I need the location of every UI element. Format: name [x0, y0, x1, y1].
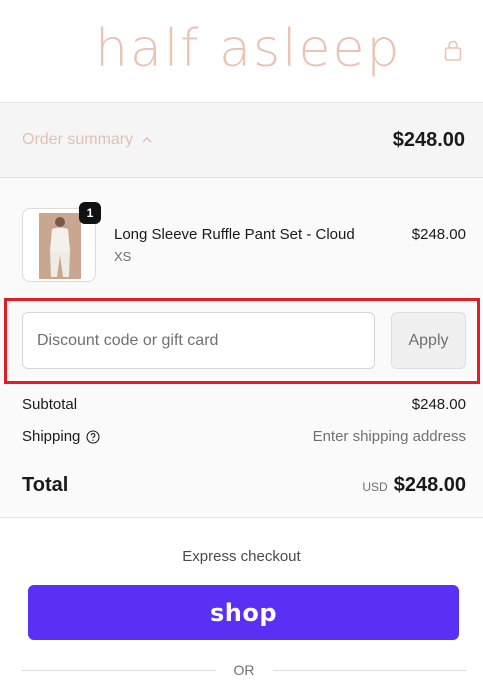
shipping-label: Shipping [22, 428, 81, 445]
shipping-row: Shipping Enter shipping address [22, 428, 466, 445]
express-checkout-label: Express checkout [182, 548, 301, 565]
shipping-label-group: Shipping [22, 428, 100, 445]
subtotal-row: Subtotal $248.00 [22, 396, 466, 413]
order-summary-bar[interactable]: Order summary $248.00 [0, 102, 483, 178]
total-row: Total USD $248.00 [22, 474, 466, 497]
shopping-bag-icon[interactable] [443, 40, 463, 62]
or-text: OR [233, 662, 255, 678]
subtotal-value: $248.00 [411, 396, 466, 413]
order-summary-toggle[interactable]: Order summary [22, 131, 153, 149]
total-value-group: USD $248.00 [362, 474, 466, 497]
question-circle-icon[interactable] [86, 429, 100, 444]
product-price: $248.00 [411, 226, 466, 243]
discount-code-input[interactable] [22, 312, 375, 369]
product-variant: XS [114, 249, 132, 264]
divider-line-right [272, 669, 466, 671]
divider-line-left [22, 669, 216, 671]
apply-discount-button[interactable]: Apply [391, 312, 466, 369]
store-logo[interactable]: half asleep [95, 14, 402, 84]
chevron-up-icon [142, 136, 152, 143]
total-label: Total [22, 474, 69, 496]
shop-pay-logo: shop [209, 598, 278, 627]
shop-pay-button[interactable]: shop [28, 585, 459, 640]
cart-line-item: 1 Long Sleeve Ruffle Pant Set - Cloud XS… [22, 202, 466, 284]
total-amount: $248.00 [393, 474, 466, 496]
or-divider: OR [22, 660, 466, 680]
product-image [39, 213, 81, 279]
quantity-badge: 1 [79, 202, 101, 224]
header: half asleep [0, 0, 483, 102]
currency-code: USD [362, 480, 388, 494]
order-summary-total: $248.00 [392, 129, 465, 151]
order-summary-content: 1 Long Sleeve Ruffle Pant Set - Cloud XS… [0, 178, 483, 518]
product-name: Long Sleeve Ruffle Pant Set - Cloud [114, 226, 355, 243]
shipping-value: Enter shipping address [312, 428, 466, 445]
subtotal-label: Subtotal [22, 396, 78, 413]
order-summary-label: Order summary [22, 131, 134, 148]
